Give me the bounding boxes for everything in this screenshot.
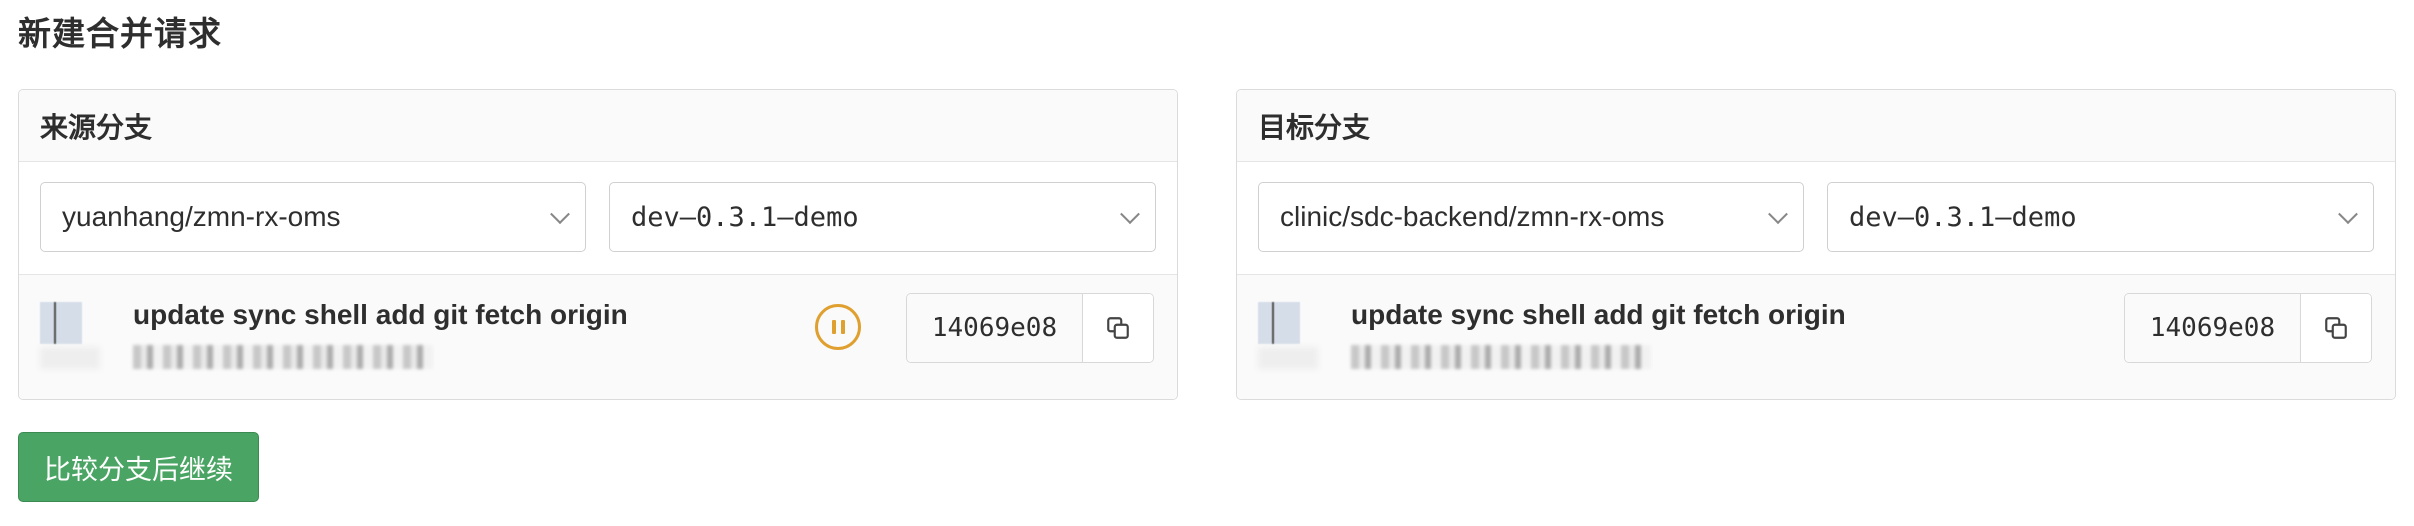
source-project-value: yuanhang/zmn-rx-oms	[62, 201, 341, 232]
source-commit: update sync shell add git fetch origin 1…	[19, 275, 1177, 399]
target-commit-meta-blurred	[1351, 345, 1651, 369]
source-commit-sha[interactable]: 14069e08	[907, 294, 1083, 362]
target-sha-group: 14069e08	[2124, 293, 2372, 363]
source-branch-select[interactable]: dev–0.3.1–demo	[609, 182, 1156, 252]
chevron-down-icon	[550, 204, 570, 225]
target-project-value: clinic/sdc-backend/zmn-rx-oms	[1280, 201, 1665, 232]
source-branch-panel: 来源分支 yuanhang/zmn-rx-oms dev–0.3.1–demo …	[18, 89, 1178, 400]
target-branch-panel: 目标分支 clinic/sdc-backend/zmn-rx-oms dev–0…	[1236, 89, 2396, 400]
pipeline-paused-icon[interactable]	[815, 304, 861, 350]
new-merge-request-page: 新建合并请求 来源分支 yuanhang/zmn-rx-oms dev–0.3.…	[0, 0, 2414, 526]
target-branch-select[interactable]: dev–0.3.1–demo	[1827, 182, 2374, 252]
target-commit-sha[interactable]: 14069e08	[2125, 294, 2301, 362]
copy-sha-button[interactable]	[2301, 294, 2371, 362]
copy-icon	[1107, 317, 1129, 339]
avatar-icon[interactable]	[40, 302, 82, 344]
compare-branches-button[interactable]: 比较分支后继续	[18, 432, 259, 502]
author-name-blurred	[40, 347, 100, 369]
author-name-blurred	[1258, 347, 1318, 369]
target-branch-value: dev–0.3.1–demo	[1849, 201, 2077, 233]
chevron-down-icon	[1768, 204, 1788, 225]
target-project-select[interactable]: clinic/sdc-backend/zmn-rx-oms	[1258, 182, 1804, 252]
chevron-down-icon	[1120, 204, 1140, 225]
source-commit-message[interactable]: update sync shell add git fetch origin	[133, 299, 628, 331]
source-sha-group: 14069e08	[906, 293, 1154, 363]
avatar-icon[interactable]	[1258, 302, 1300, 344]
source-commit-meta-blurred	[133, 345, 433, 369]
source-branch-value: dev–0.3.1–demo	[631, 201, 859, 233]
chevron-down-icon	[2338, 204, 2358, 225]
target-commit-message[interactable]: update sync shell add git fetch origin	[1351, 299, 1846, 331]
target-selects: clinic/sdc-backend/zmn-rx-oms dev–0.3.1–…	[1237, 162, 2395, 275]
copy-sha-button[interactable]	[1083, 294, 1153, 362]
target-branch-header: 目标分支	[1237, 90, 2395, 162]
page-title: 新建合并请求	[18, 15, 222, 52]
source-project-select[interactable]: yuanhang/zmn-rx-oms	[40, 182, 586, 252]
copy-icon	[2325, 317, 2347, 339]
target-commit: update sync shell add git fetch origin 1…	[1237, 275, 2395, 399]
source-selects: yuanhang/zmn-rx-oms dev–0.3.1–demo	[19, 162, 1177, 275]
source-branch-header: 来源分支	[19, 90, 1177, 162]
